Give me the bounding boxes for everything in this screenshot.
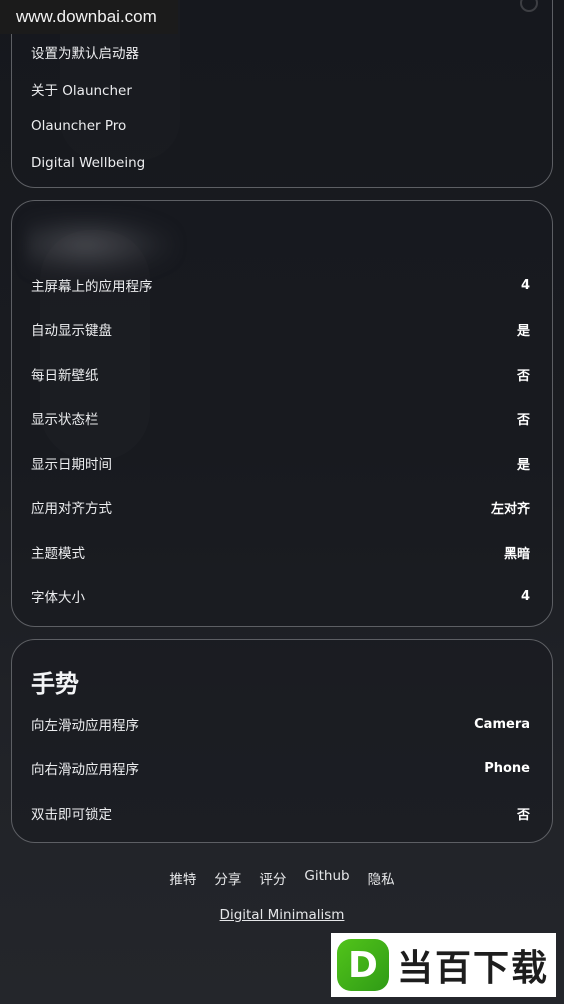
item-label: 关于 Olauncher — [31, 83, 132, 99]
rate-link[interactable]: 评分 — [259, 868, 286, 888]
setting-label: 向右滑动应用程序 — [31, 762, 139, 778]
watermark-text: 当百下载 — [397, 948, 550, 989]
setting-label: 自动显示键盘 — [31, 323, 112, 339]
about-item[interactable]: 关于 Olauncher — [31, 77, 530, 101]
setting-label: 显示状态栏 — [31, 412, 99, 428]
double-tap-lock-setting[interactable]: 双击即可锁定 否 — [31, 801, 530, 825]
setting-value: 4 — [520, 588, 530, 604]
item-label: 设置为默认启动器 — [31, 46, 139, 62]
setting-label: 向左滑动应用程序 — [31, 718, 139, 734]
swipe-left-setting[interactable]: 向左滑动应用程序 Camera — [31, 712, 530, 736]
privacy-link[interactable]: 隐私 — [368, 868, 395, 888]
twitter-link[interactable]: 推特 — [169, 868, 196, 888]
footer-tagline: Digital Minimalism — [0, 907, 564, 923]
setting-label: 主屏幕上的应用程序 — [31, 279, 153, 295]
auto-keyboard-setting[interactable]: 自动显示键盘 是 — [31, 317, 530, 341]
setting-label: 主题模式 — [31, 546, 85, 562]
digital-minimalism-link[interactable]: Digital Minimalism — [220, 907, 345, 923]
setting-label: 显示日期时间 — [31, 457, 112, 473]
setting-value: 否 — [516, 368, 530, 384]
font-size-setting[interactable]: 字体大小 4 — [31, 584, 530, 608]
app-alignment-setting[interactable]: 应用对齐方式 左对齐 — [31, 495, 530, 519]
share-link[interactable]: 分享 — [214, 868, 241, 888]
setting-value: 4 — [520, 277, 530, 293]
setting-value: 黑暗 — [503, 546, 530, 562]
appearance-settings-card: 主屏幕上的应用程序 4 自动显示键盘 是 每日新壁纸 否 显示状态栏 否 显示日… — [11, 200, 553, 627]
setting-value: 左对齐 — [490, 501, 530, 517]
setting-value: Phone — [484, 760, 530, 776]
setting-label: 每日新壁纸 — [31, 368, 99, 384]
setting-label: 双击即可锁定 — [31, 807, 112, 823]
date-time-setting[interactable]: 显示日期时间 是 — [31, 451, 530, 475]
set-default-launcher-item[interactable]: 设置为默认启动器 — [31, 40, 530, 64]
setting-label: 字体大小 — [31, 590, 85, 606]
footer-links: 推特 分享 评分 Github 隐私 — [0, 868, 564, 888]
item-label: Olauncher Pro — [31, 118, 127, 134]
gestures-card: 手势 向左滑动应用程序 Camera 向右滑动应用程序 Phone 双击即可锁定… — [11, 639, 553, 843]
setting-value: Camera — [474, 716, 530, 732]
watermark-logo-icon: D — [337, 939, 389, 991]
pro-item[interactable]: Olauncher Pro — [31, 114, 530, 138]
item-label: Digital Wellbeing — [31, 155, 146, 171]
status-bar-setting[interactable]: 显示状态栏 否 — [31, 406, 530, 430]
github-link[interactable]: Github — [304, 868, 349, 888]
daily-wallpaper-setting[interactable]: 每日新壁纸 否 — [31, 362, 530, 386]
watermark-top: www.downbai.com — [0, 0, 178, 34]
digital-wellbeing-item[interactable]: Digital Wellbeing — [31, 151, 530, 175]
theme-mode-setting[interactable]: 主题模式 黑暗 — [31, 540, 530, 564]
setting-label: 应用对齐方式 — [31, 501, 112, 517]
setting-value: 否 — [516, 807, 530, 823]
setting-value: 否 — [516, 412, 530, 428]
setting-value: 是 — [516, 457, 530, 473]
setting-value: 是 — [516, 323, 530, 339]
watermark-bottom: D 当百下载 — [331, 933, 556, 997]
swipe-right-setting[interactable]: 向右滑动应用程序 Phone — [31, 756, 530, 780]
home-apps-setting[interactable]: 主屏幕上的应用程序 4 — [31, 273, 530, 297]
blurred-title — [26, 213, 176, 277]
section-title: 手势 — [31, 670, 79, 698]
